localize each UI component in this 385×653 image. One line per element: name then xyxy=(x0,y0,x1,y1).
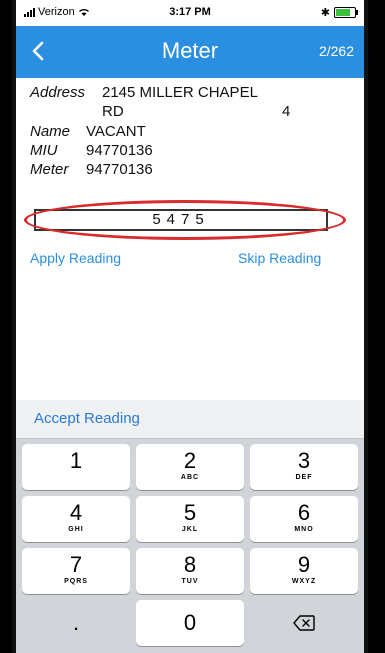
key-letters: GHI xyxy=(68,526,84,533)
meter-row: Meter 94770136 xyxy=(30,161,153,179)
reading-input[interactable]: 5475 xyxy=(34,209,328,231)
accept-reading-button[interactable]: Accept Reading xyxy=(34,410,140,427)
key-digit: . xyxy=(72,610,80,635)
meter-label: Meter xyxy=(30,161,69,178)
miu-value: 94770136 xyxy=(86,142,153,159)
key-digit: 4 xyxy=(69,500,83,525)
phone-screen: Verizon 3:17 PM ✱ Meter 2/262 Address 21… xyxy=(12,0,368,653)
address-label: Address xyxy=(30,84,86,101)
status-bar: Verizon 3:17 PM ✱ xyxy=(16,0,364,26)
battery-icon xyxy=(334,7,358,18)
key-delete[interactable] xyxy=(250,600,358,646)
keyboard-accessory-bar: Accept Reading xyxy=(16,400,364,439)
key-8[interactable]: 8 TUV xyxy=(136,548,244,594)
key-0[interactable]: 0 xyxy=(136,600,244,646)
backspace-icon xyxy=(293,615,315,631)
key-6[interactable]: 6 MNO xyxy=(250,496,358,542)
status-icons: ✱ xyxy=(320,6,358,19)
nav-bar: Meter 2/262 xyxy=(16,26,364,78)
address-number: 4 xyxy=(282,103,291,120)
bluetooth-icon: ✱ xyxy=(320,7,330,19)
clock: 3:17 PM xyxy=(169,6,211,18)
key-decimal[interactable]: . xyxy=(22,600,130,646)
key-5[interactable]: 5 JKL xyxy=(136,496,244,542)
key-digit: 2 xyxy=(183,448,197,473)
address-line-2: RD xyxy=(102,103,124,120)
key-digit: 7 xyxy=(69,552,83,577)
key-letters: JKL xyxy=(181,526,199,533)
key-digit: 1 xyxy=(69,448,83,473)
name-label: Name xyxy=(30,123,71,140)
skip-reading-link[interactable]: Skip Reading xyxy=(238,250,321,266)
meter-details: Address 2145 MILLER CHAPEL RD 4 Name VACA… xyxy=(16,78,364,400)
meter-value: 94770136 xyxy=(86,161,153,178)
key-digit: 0 xyxy=(183,610,197,635)
key-letters: TUV xyxy=(181,578,199,585)
miu-row: MIU 94770136 xyxy=(30,142,153,160)
key-digit: 9 xyxy=(297,552,311,577)
address-line-1: 2145 MILLER CHAPEL xyxy=(102,84,258,101)
key-4[interactable]: 4 GHI xyxy=(22,496,130,542)
key-digit: 5 xyxy=(183,500,197,525)
page-title: Meter xyxy=(161,38,219,63)
key-digit: 3 xyxy=(297,448,311,473)
key-letters: WXYZ xyxy=(291,578,317,585)
key-2[interactable]: 2 ABC xyxy=(136,444,244,490)
key-1[interactable]: 1 xyxy=(22,444,130,490)
key-letters: DEF xyxy=(295,474,313,481)
apply-reading-link[interactable]: Apply Reading xyxy=(30,250,121,266)
name-value: VACANT xyxy=(86,123,146,140)
name-row: Name VACANT xyxy=(30,123,146,141)
key-digit: 6 xyxy=(297,500,311,525)
key-9[interactable]: 9 WXYZ xyxy=(250,548,358,594)
numeric-keyboard: Accept Reading 1 2 ABC 3 DEF 4 GHI 5 JKL 6 MN… xyxy=(16,400,364,653)
key-digit: 8 xyxy=(183,552,197,577)
key-letters: ABC xyxy=(180,474,200,481)
key-3[interactable]: 3 DEF xyxy=(250,444,358,490)
key-7[interactable]: 7 PQRS xyxy=(22,548,130,594)
key-letters: MNO xyxy=(294,526,314,533)
record-counter: 2/262 xyxy=(318,43,354,59)
key-letters: PQRS xyxy=(64,578,88,585)
miu-label: MIU xyxy=(30,142,58,159)
